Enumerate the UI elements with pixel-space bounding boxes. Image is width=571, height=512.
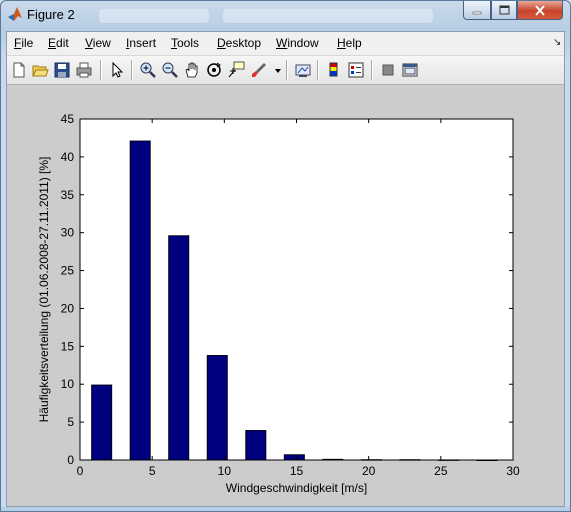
pan-hand-icon[interactable]: [183, 61, 201, 79]
x-tick-label: 0: [77, 464, 84, 478]
data-cursor-icon[interactable]: [227, 61, 245, 79]
matlab-logo-icon: [7, 6, 23, 22]
menu-insert[interactable]: Insert: [126, 36, 156, 50]
toolbar-separator: [131, 60, 133, 80]
toolbar-separator: [371, 60, 373, 80]
figure-toolbar: [7, 55, 564, 85]
toolbar-separator: [286, 60, 288, 80]
save-icon[interactable]: [53, 61, 71, 79]
open-file-icon[interactable]: [31, 61, 49, 79]
figure-canvas: 0 5 10 15 20 25 30 0 5 10 15 20 25 30 35 40 45 Windgeschw…: [7, 85, 564, 506]
hide-plot-tools-icon[interactable]: [379, 61, 397, 79]
pointer-icon[interactable]: [108, 61, 126, 79]
minimize-icon: [472, 11, 482, 15]
y-tick-label: 30: [61, 226, 75, 240]
figure-window: Figure 2 File Edit View Insert Tools Des…: [0, 0, 571, 512]
y-tick-label: 0: [67, 453, 74, 467]
dock-figure-icon[interactable]: ↘: [553, 37, 561, 48]
menu-window[interactable]: Window: [276, 36, 319, 50]
menu-file[interactable]: File: [14, 36, 33, 50]
window-title: Figure 2: [27, 7, 75, 22]
show-plot-tools-icon[interactable]: [401, 61, 419, 79]
y-tick-label: 25: [61, 264, 75, 278]
background-window-tab: [99, 9, 209, 23]
bar: [168, 235, 190, 461]
x-tick-label: 5: [149, 464, 156, 478]
minimize-button[interactable]: [463, 1, 491, 20]
maximize-button[interactable]: [491, 1, 517, 20]
brush-icon[interactable]: [250, 61, 268, 79]
y-tick-label: 35: [61, 188, 75, 202]
new-figure-icon[interactable]: [10, 61, 28, 79]
close-icon: [535, 4, 545, 16]
bar: [91, 384, 113, 461]
toolbar-separator: [100, 60, 102, 80]
x-tick-label: 10: [218, 464, 232, 478]
y-tick-label: 5: [67, 415, 74, 429]
y-tick-label: 40: [61, 150, 75, 164]
zoom-out-icon[interactable]: [161, 61, 179, 79]
figure-client-area: File Edit View Insert Tools Desktop Wind…: [6, 31, 565, 507]
menu-bar: File Edit View Insert Tools Desktop Wind…: [7, 32, 564, 54]
x-axis-label: Windgeschwindigkeit [m/s]: [226, 481, 367, 495]
y-tick-label: 10: [61, 377, 75, 391]
link-plot-icon[interactable]: [294, 61, 312, 79]
menu-desktop[interactable]: Desktop: [217, 36, 261, 50]
bar: [129, 140, 151, 461]
bar-chart: 0 5 10 15 20 25 30 0 5 10 15 20 25 30 35 40 45 Windgeschw…: [37, 112, 520, 495]
background-window-tab: [223, 9, 433, 23]
menu-view[interactable]: View: [85, 36, 111, 50]
colorbar-icon[interactable]: [325, 61, 343, 79]
close-button[interactable]: [517, 1, 563, 20]
bar: [283, 454, 305, 461]
bar: [206, 355, 228, 461]
menu-tools[interactable]: Tools: [171, 36, 199, 50]
menu-help[interactable]: Help: [337, 36, 362, 50]
maximize-icon: [499, 5, 509, 15]
print-icon[interactable]: [75, 61, 93, 79]
y-axis-label: Häufigkeitsverteilung (01.06.2008-27.11.…: [37, 157, 51, 423]
bar: [245, 430, 267, 461]
x-tick-label: 25: [434, 464, 448, 478]
legend-icon[interactable]: [347, 61, 365, 79]
y-tick-label: 45: [61, 112, 75, 126]
toolbar-separator: [317, 60, 319, 80]
window-bottom-border: [1, 507, 570, 511]
title-bar[interactable]: Figure 2: [1, 1, 570, 31]
zoom-in-icon[interactable]: [139, 61, 157, 79]
rotate-3d-icon[interactable]: [205, 61, 223, 79]
x-tick-label: 30: [506, 464, 520, 478]
brush-dropdown-icon[interactable]: [269, 61, 281, 79]
x-tick-label: 15: [290, 464, 304, 478]
y-tick-label: 15: [61, 339, 75, 353]
y-tick-label: 20: [61, 301, 75, 315]
menu-edit[interactable]: Edit: [48, 36, 69, 50]
x-tick-label: 20: [362, 464, 376, 478]
